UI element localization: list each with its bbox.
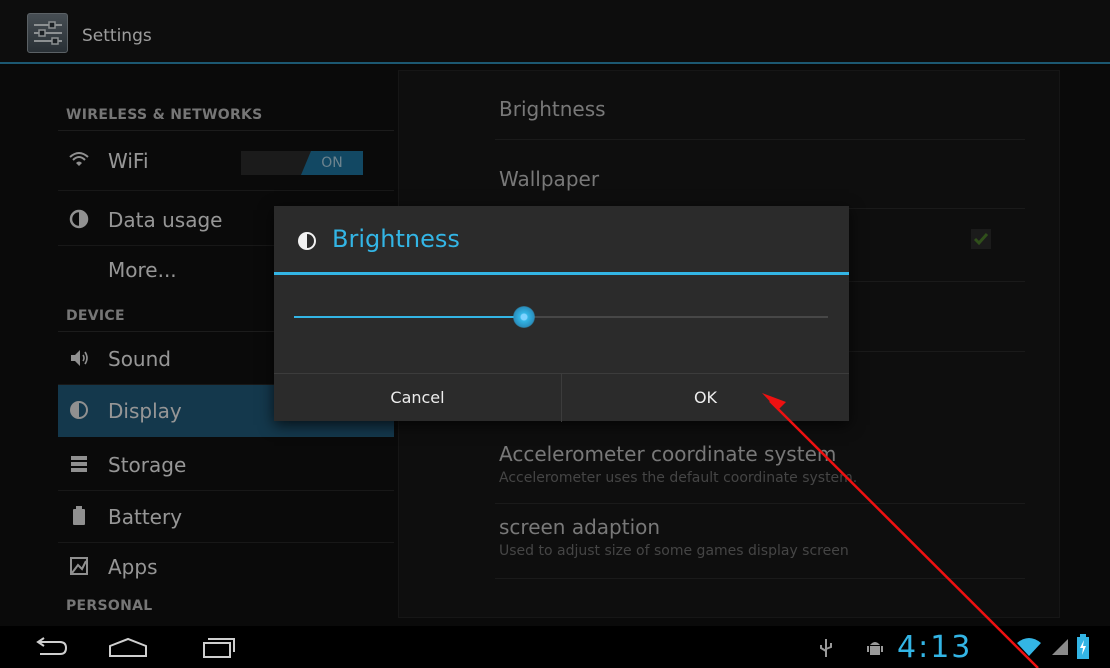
slider-thumb[interactable] <box>512 306 535 328</box>
usb-icon <box>820 639 832 657</box>
cell-signal-icon <box>1052 639 1068 655</box>
android-debug-icon <box>867 642 883 655</box>
home-icon[interactable] <box>104 634 152 660</box>
brightness-dialog: Brightness Cancel OK <box>274 206 849 422</box>
cancel-button[interactable]: Cancel <box>274 374 562 422</box>
battery-status-icon <box>1077 634 1089 659</box>
recent-apps-icon[interactable] <box>198 634 238 660</box>
dialog-buttons: Cancel OK <box>274 373 849 422</box>
wifi-signal-icon <box>1017 638 1041 656</box>
brightness-icon <box>298 232 316 250</box>
system-nav-bar: 4:13 <box>0 626 1110 668</box>
back-icon[interactable] <box>32 634 72 660</box>
brightness-slider[interactable] <box>294 306 828 328</box>
dialog-header: Brightness <box>274 206 849 276</box>
screen: Settings WIRELESS & NETWORKS WiFi ON Dat… <box>0 0 1110 668</box>
slider-fill <box>294 316 524 318</box>
dialog-title: Brightness <box>332 225 460 253</box>
dialog-title-divider <box>274 272 849 275</box>
clock: 4:13 <box>897 630 973 665</box>
ok-button[interactable]: OK <box>562 374 849 422</box>
